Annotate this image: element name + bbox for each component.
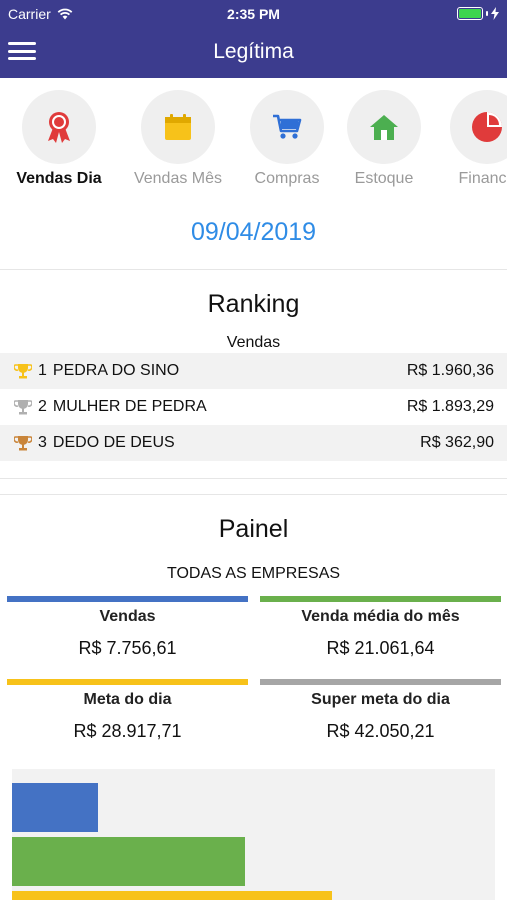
kpi-color-bar bbox=[260, 596, 501, 602]
tab-estoque[interactable]: Estoque bbox=[329, 90, 439, 188]
kpi-card-venda-media: Venda média do mês R$ 21.061,64 bbox=[260, 596, 501, 659]
ranking-position: 1 bbox=[38, 362, 47, 379]
kpi-card-meta-dia: Meta do dia R$ 28.917,71 bbox=[7, 679, 248, 742]
ranking-position: 3 bbox=[38, 434, 47, 451]
tab-label: Compras bbox=[254, 170, 320, 187]
award-ribbon-icon bbox=[48, 112, 70, 143]
divider bbox=[0, 478, 507, 479]
kpi-title: Super meta do dia bbox=[311, 691, 450, 708]
kpi-card-super-meta: Super meta do dia R$ 42.050,21 bbox=[260, 679, 501, 742]
ranking-value: R$ 1.960,36 bbox=[406, 362, 494, 379]
tab-label: Estoque bbox=[354, 170, 414, 187]
chart-bar-venda-media bbox=[12, 837, 245, 886]
battery-icon bbox=[457, 7, 483, 20]
gold-trophy-icon bbox=[14, 364, 32, 379]
tab-icon-circle bbox=[250, 90, 324, 164]
ranking-row[interactable]: 2 MULHER DE PEDRA R$ 1.893,29 bbox=[0, 389, 507, 425]
tab-icon-circle bbox=[22, 90, 96, 164]
ranking-row[interactable]: 1 PEDRA DO SINO R$ 1.960,36 bbox=[0, 353, 507, 389]
painel-subtitle: TODAS AS EMPRESAS bbox=[166, 565, 341, 582]
battery-indicator bbox=[457, 7, 499, 20]
ranking-store-name: MULHER DE PEDRA bbox=[52, 398, 207, 415]
kpi-value: R$ 7.756,61 bbox=[78, 638, 177, 658]
app-title: Legítima bbox=[213, 40, 294, 63]
ranking-title: Ranking bbox=[207, 290, 300, 318]
kpi-color-bar bbox=[7, 596, 248, 602]
selected-date[interactable]: 09/04/2019 bbox=[0, 218, 507, 247]
kpi-title: Venda média do mês bbox=[301, 608, 460, 625]
ranking-store-name: DEDO DE DEUS bbox=[52, 434, 175, 451]
kpi-color-bar bbox=[260, 679, 501, 685]
charging-bolt-icon bbox=[491, 7, 499, 20]
tab-label: Vendas Mês bbox=[133, 170, 223, 187]
navigation-bar: Legítima bbox=[0, 28, 507, 78]
tab-financeiro[interactable]: Finance bbox=[432, 90, 507, 188]
kpi-card-vendas: Vendas R$ 7.756,61 bbox=[7, 596, 248, 659]
chart-bar-meta-dia bbox=[12, 891, 332, 900]
shopping-cart-icon bbox=[273, 114, 302, 139]
ranking-position: 2 bbox=[38, 398, 47, 415]
tab-icon-circle bbox=[450, 90, 507, 164]
kpi-value: R$ 28.917,71 bbox=[73, 721, 182, 741]
tab-vendas-mes[interactable]: Vendas Mês bbox=[123, 90, 233, 188]
kpi-color-bar bbox=[7, 679, 248, 685]
ranking-subtitle: Vendas bbox=[226, 334, 281, 351]
tab-vendas-dia[interactable]: Vendas Dia bbox=[4, 90, 114, 188]
divider bbox=[0, 494, 507, 495]
kpi-value: R$ 42.050,21 bbox=[326, 721, 435, 741]
tab-compras[interactable]: Compras bbox=[232, 90, 342, 188]
ranking-store-name: PEDRA DO SINO bbox=[52, 362, 180, 379]
tab-label: Finance bbox=[458, 170, 507, 187]
painel-title: Painel bbox=[218, 515, 289, 543]
category-tabs: Vendas Dia Vendas Mês Compras Estoque Fi… bbox=[0, 78, 507, 190]
painel-bar-chart bbox=[12, 769, 495, 900]
pie-chart-icon bbox=[472, 112, 502, 142]
silver-trophy-icon bbox=[14, 400, 32, 415]
bronze-trophy-icon bbox=[14, 436, 32, 451]
ranking-value: R$ 362,90 bbox=[420, 434, 494, 451]
kpi-value: R$ 21.061,64 bbox=[326, 638, 435, 658]
calendar-icon bbox=[165, 114, 191, 140]
home-icon bbox=[370, 115, 398, 140]
divider bbox=[0, 269, 507, 270]
ranking-value: R$ 1.893,29 bbox=[406, 398, 494, 415]
kpi-title: Meta do dia bbox=[83, 691, 172, 708]
chart-bar-vendas bbox=[12, 783, 98, 832]
ranking-row[interactable]: 3 DEDO DE DEUS R$ 362,90 bbox=[0, 425, 507, 461]
tab-icon-circle bbox=[141, 90, 215, 164]
status-bar: Carrier 2:35 PM bbox=[0, 0, 507, 28]
kpi-title: Vendas bbox=[99, 608, 156, 625]
tab-label: Vendas Dia bbox=[16, 170, 102, 187]
tab-icon-circle bbox=[347, 90, 421, 164]
clock: 2:35 PM bbox=[227, 6, 280, 22]
